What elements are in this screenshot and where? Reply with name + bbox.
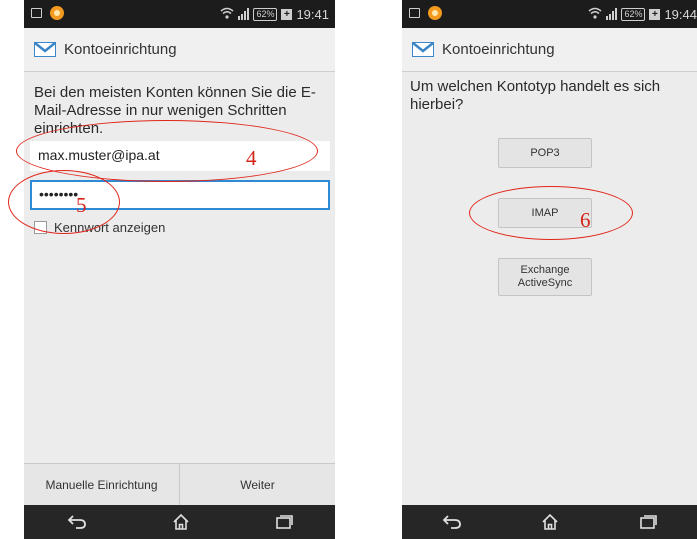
phone-screen-left: 62% + 19:41 Kontoeinrichtung Bei den mei… — [24, 0, 335, 539]
status-time: 19:41 — [296, 6, 329, 22]
notification-orange-icon — [50, 6, 64, 20]
manual-setup-button[interactable]: Manuelle Einrichtung — [24, 464, 179, 506]
account-type-question: Um welchen Kontotyp handelt es sich hier… — [410, 78, 661, 113]
notification-square-icon — [31, 8, 42, 18]
pop3-button[interactable]: POP3 — [498, 138, 592, 168]
annotation-number-6: 6 — [580, 208, 591, 232]
mail-envelope-icon — [412, 42, 434, 57]
recent-apps-icon[interactable] — [275, 514, 293, 530]
exchange-activesync-button[interactable]: Exchange ActiveSync — [498, 258, 592, 296]
recent-apps-icon[interactable] — [639, 514, 657, 530]
mail-envelope-icon — [34, 42, 56, 57]
status-time: 19:44 — [664, 6, 697, 22]
action-bar: Kontoeinrichtung — [24, 28, 335, 72]
notification-square-icon — [409, 8, 420, 18]
bottom-button-bar: Manuelle Einrichtung Weiter — [24, 463, 335, 506]
charging-plus-icon: + — [649, 8, 661, 20]
next-button[interactable]: Weiter — [179, 464, 335, 506]
action-bar: Kontoeinrichtung — [402, 28, 697, 72]
battery-icon: 62% — [253, 7, 278, 21]
annotation-number-4: 4 — [246, 146, 257, 170]
home-icon[interactable] — [172, 513, 190, 531]
notification-orange-icon — [428, 6, 442, 20]
status-bar: 62% + 19:44 — [402, 0, 697, 28]
signal-icon — [238, 8, 250, 20]
status-bar: 62% + 19:41 — [24, 0, 335, 28]
home-icon[interactable] — [541, 513, 559, 531]
annotation-ellipse-password — [8, 170, 120, 234]
signal-icon — [606, 8, 618, 20]
navigation-bar — [24, 505, 335, 539]
charging-plus-icon: + — [281, 8, 293, 20]
wifi-icon — [220, 7, 234, 22]
annotation-ellipse-imap — [469, 186, 633, 240]
back-icon[interactable] — [67, 514, 87, 530]
wifi-icon — [588, 7, 602, 22]
battery-icon: 62% — [621, 7, 646, 21]
phone-screen-right: 62% + 19:44 Kontoeinrichtung Um welchen … — [402, 0, 697, 539]
navigation-bar — [402, 505, 697, 539]
page-title: Kontoeinrichtung — [64, 41, 177, 58]
back-icon[interactable] — [442, 514, 462, 530]
page-title: Kontoeinrichtung — [442, 41, 555, 58]
annotation-number-5: 5 — [76, 193, 87, 217]
